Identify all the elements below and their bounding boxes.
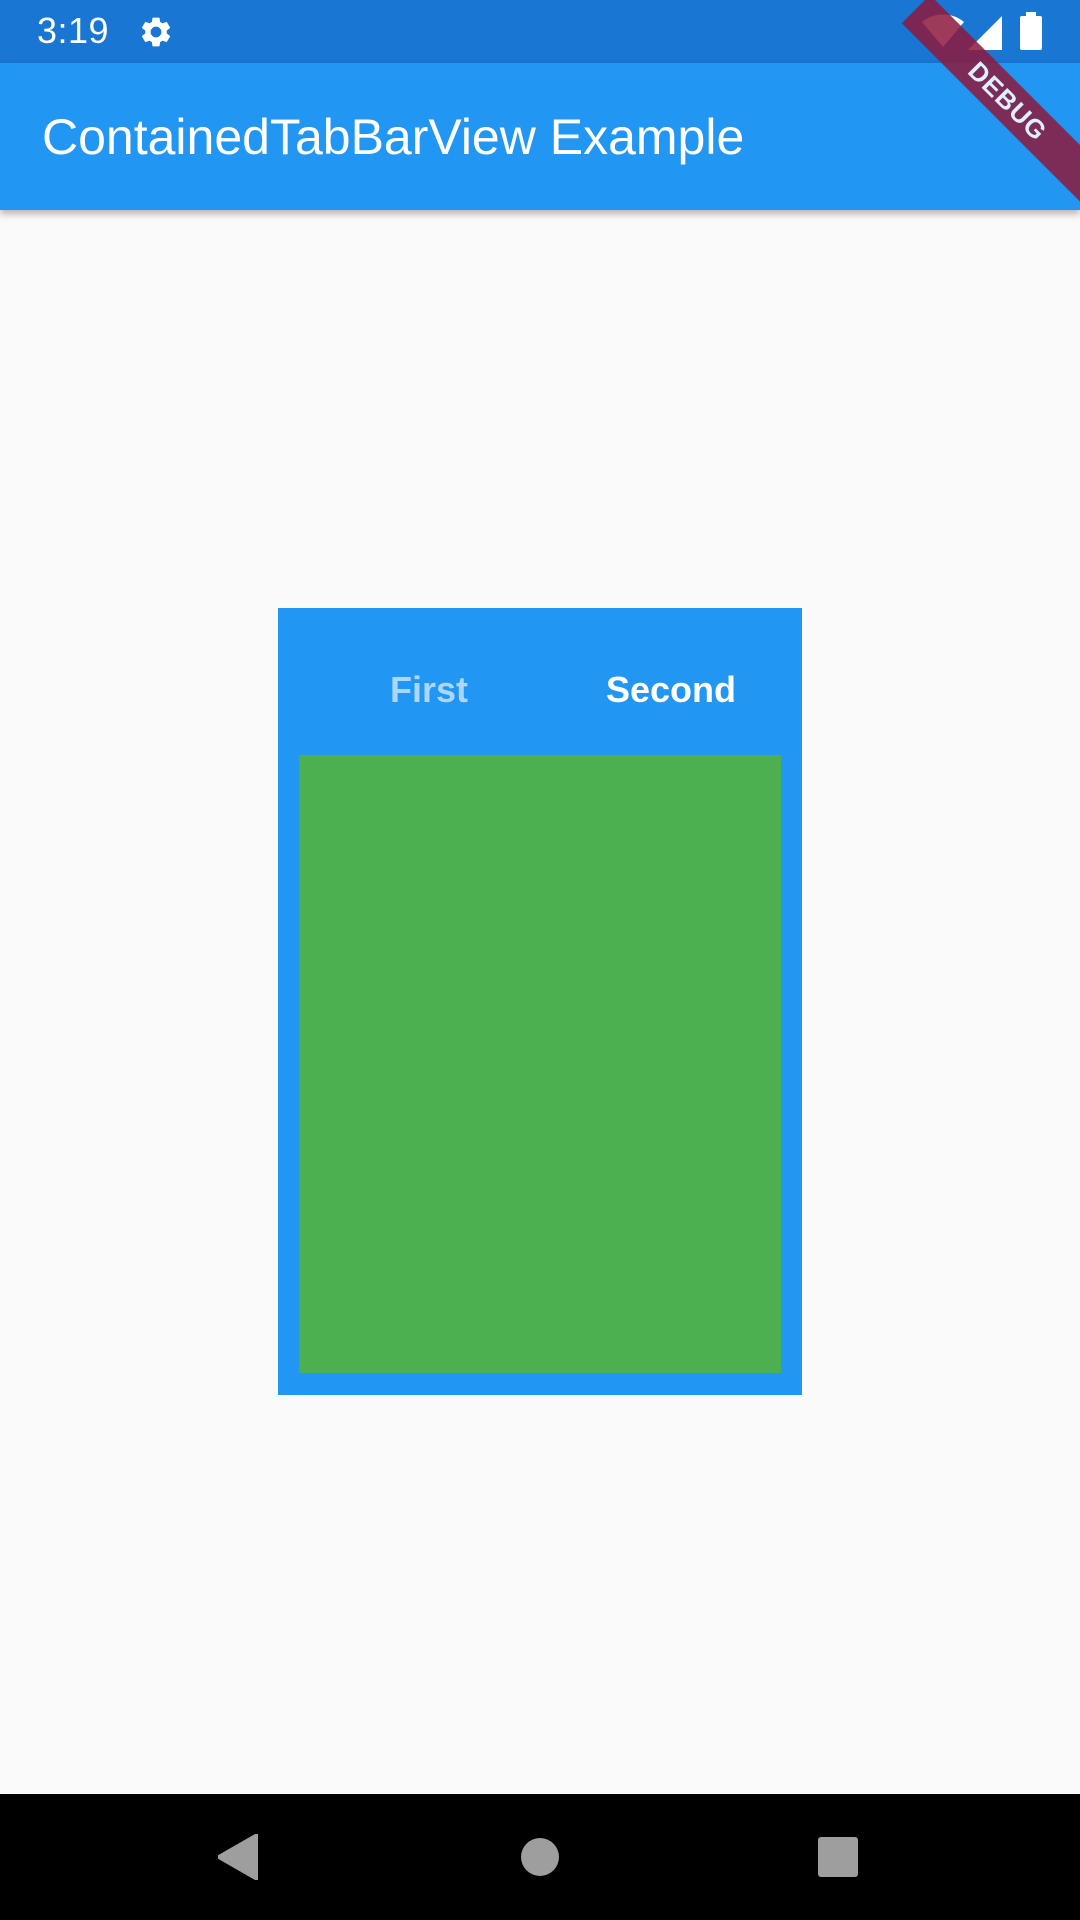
home-circle-icon[interactable] <box>520 1837 560 1877</box>
tab-second[interactable]: Second <box>550 608 792 755</box>
app-bar: ContainedTabBarView Example <box>0 63 1080 210</box>
tab-first[interactable]: First <box>308 608 550 755</box>
tab-bar: First Second <box>278 608 802 755</box>
tab-panel-content[interactable] <box>299 755 781 1373</box>
back-triangle-icon[interactable] <box>218 1834 258 1880</box>
page-title: ContainedTabBarView Example <box>42 109 745 165</box>
navigation-bar <box>0 1794 1080 1920</box>
gear-icon <box>141 17 171 47</box>
battery-icon <box>1020 12 1042 50</box>
contained-tab-bar-view: First Second <box>278 608 802 1395</box>
status-time: 3:19 <box>37 10 110 51</box>
recents-square-icon[interactable] <box>818 1837 858 1877</box>
